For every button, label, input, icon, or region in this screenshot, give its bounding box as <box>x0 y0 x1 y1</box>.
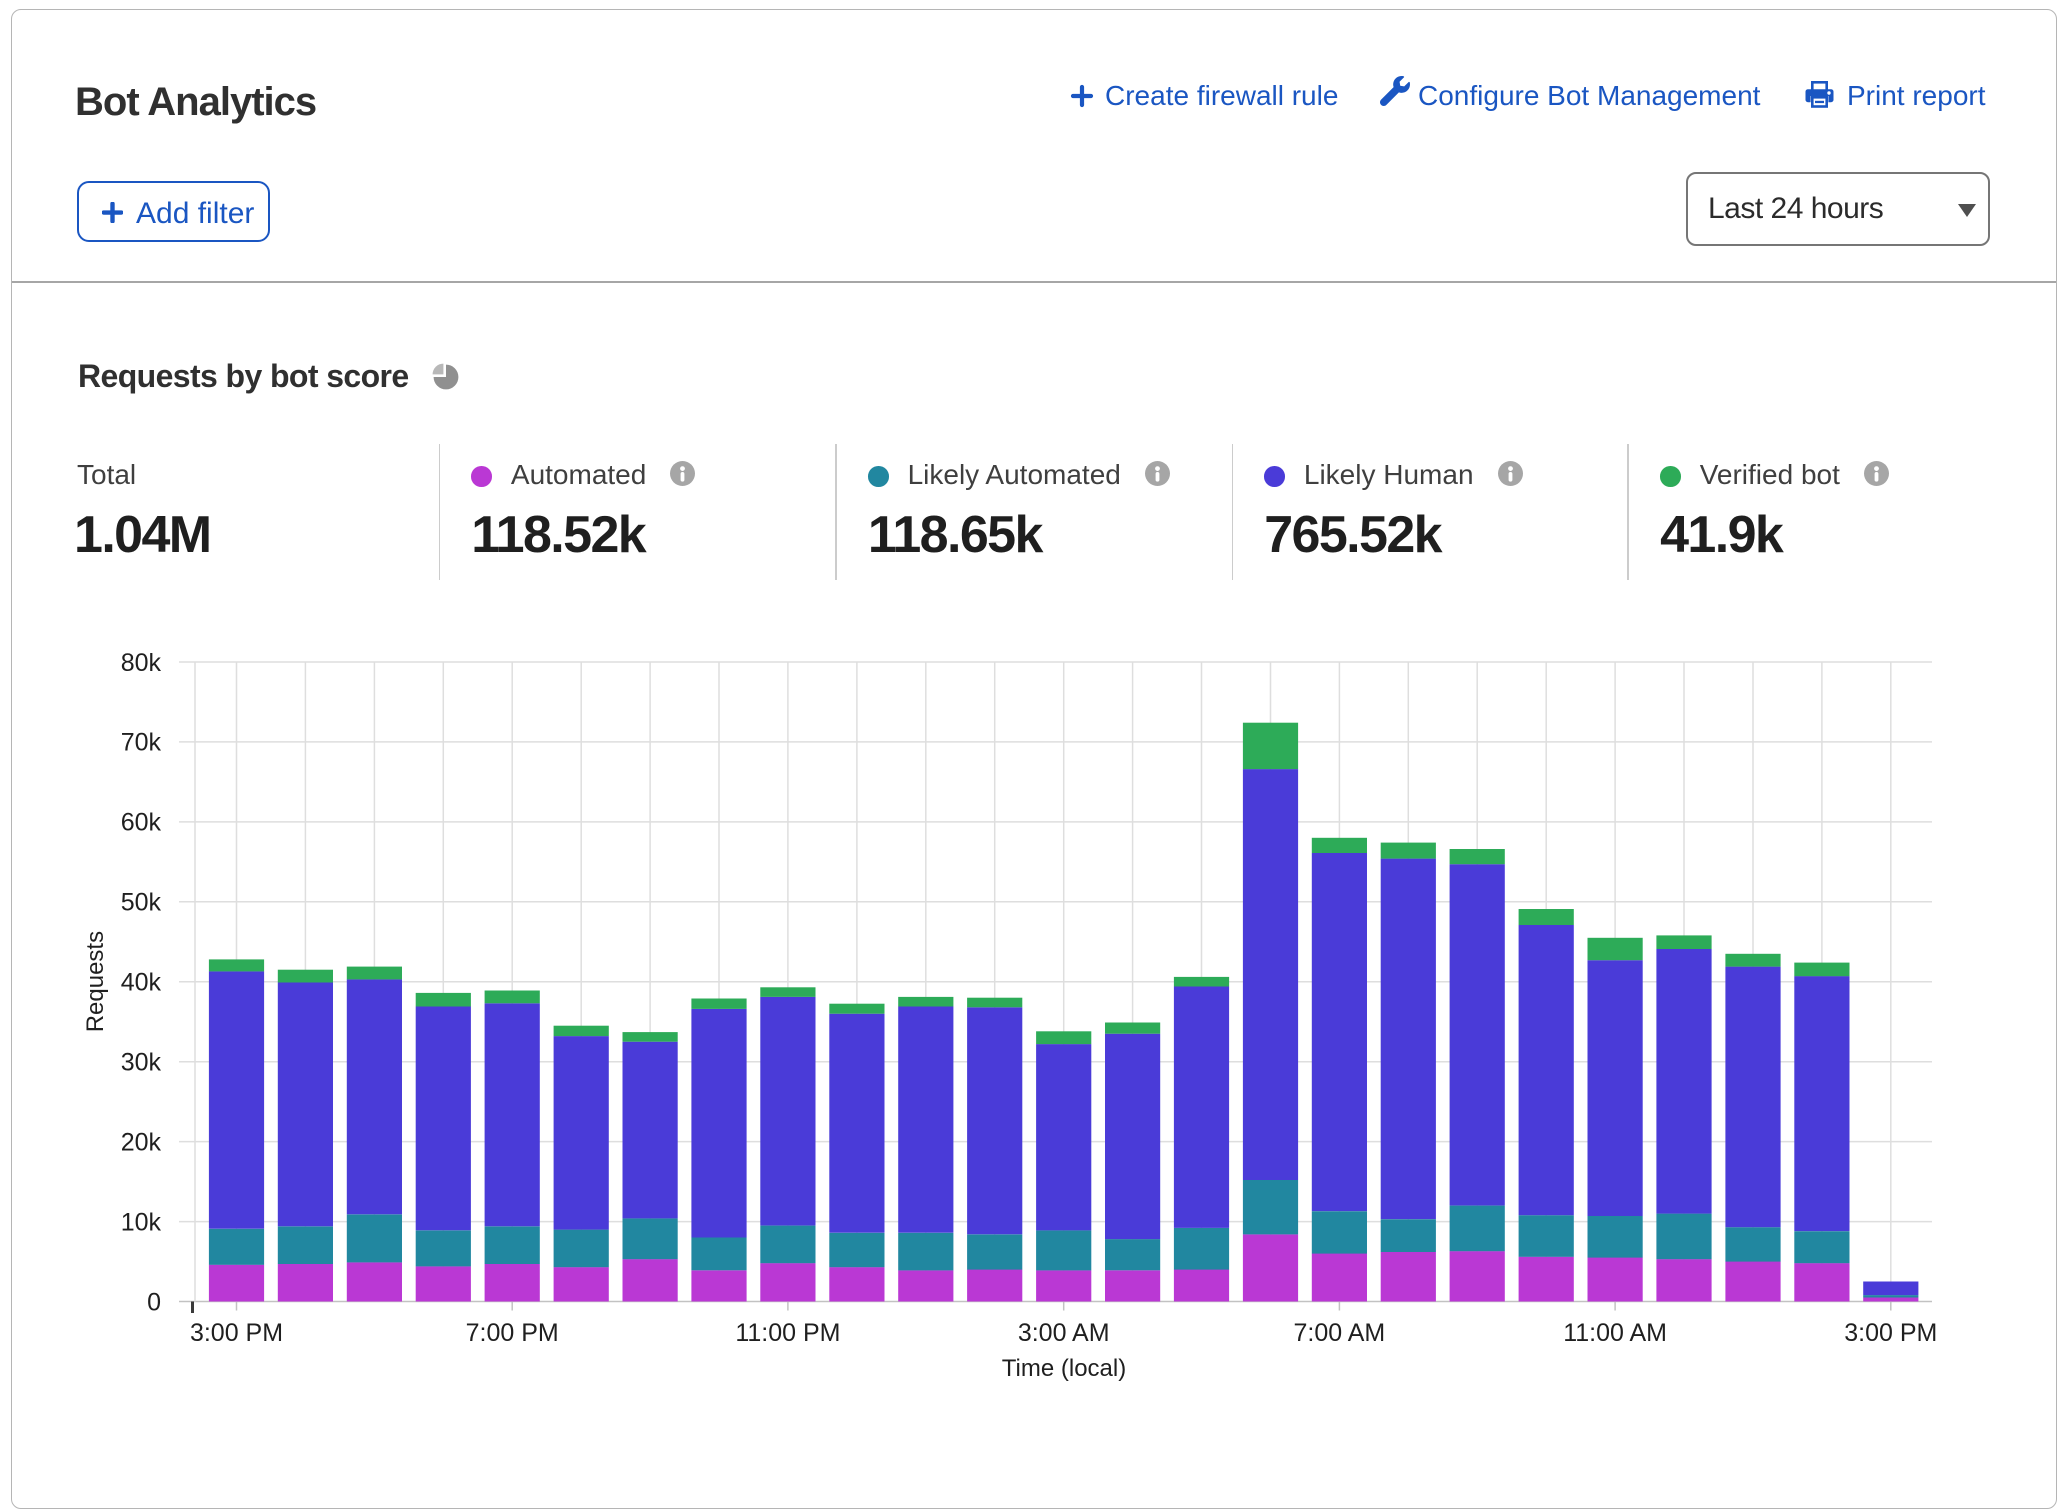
svg-text:11:00 AM: 11:00 AM <box>1563 1319 1667 1347</box>
svg-text:3:00 PM: 3:00 PM <box>1844 1319 1937 1347</box>
svg-text:11:00 PM: 11:00 PM <box>735 1319 840 1347</box>
svg-text:30k: 30k <box>121 1049 162 1077</box>
svg-text:3:00 PM: 3:00 PM <box>190 1319 283 1347</box>
svg-text:3:00 AM: 3:00 AM <box>1018 1319 1110 1347</box>
svg-text:50k: 50k <box>121 889 162 917</box>
svg-text:0: 0 <box>147 1288 161 1316</box>
svg-text:20k: 20k <box>121 1128 162 1156</box>
svg-text:70k: 70k <box>121 729 162 757</box>
svg-text:80k: 80k <box>121 649 162 677</box>
svg-text:40k: 40k <box>121 969 162 997</box>
svg-text:7:00 PM: 7:00 PM <box>466 1319 559 1347</box>
svg-text:Time (local): Time (local) <box>1002 1355 1126 1382</box>
svg-text:60k: 60k <box>121 809 162 837</box>
svg-text:Requests: Requests <box>82 931 109 1032</box>
svg-text:7:00 AM: 7:00 AM <box>1294 1319 1386 1347</box>
svg-text:10k: 10k <box>121 1208 162 1236</box>
